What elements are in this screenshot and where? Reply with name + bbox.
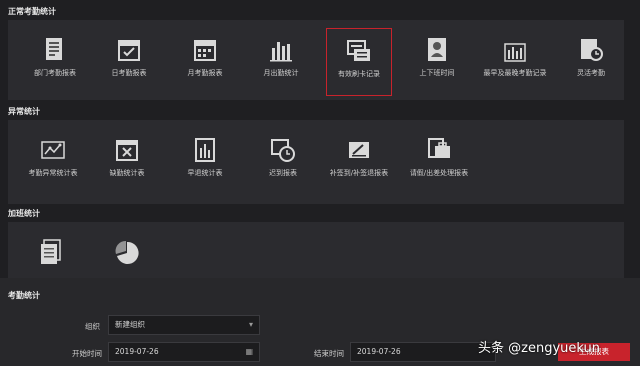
tile-overtime-chart[interactable] xyxy=(94,238,160,266)
resign-icon xyxy=(349,142,369,158)
tile-label: 月考勤报表 xyxy=(187,69,223,77)
start-time-label: 开始时间 xyxy=(72,349,102,358)
section-title-normal: 正常考勤统计 xyxy=(8,7,56,16)
tile-label: 请假/出差处理报表 xyxy=(409,169,469,177)
calendar-check-icon xyxy=(118,40,140,61)
tile-resign-report[interactable]: 补签到/补签退报表 xyxy=(326,136,392,178)
bar-chart-icon xyxy=(270,42,292,62)
absence-icon xyxy=(116,140,138,161)
tile-valid-card-record[interactable]: 有效刷卡记录 xyxy=(326,28,392,96)
leave-trip-icon xyxy=(428,138,450,158)
tile-dept-report[interactable]: 部门考勤报表 xyxy=(22,36,88,78)
clock-doc-icon xyxy=(581,39,603,61)
tile-label: 月出勤统计 xyxy=(263,69,299,77)
org-select[interactable]: 新建组织 ▾ xyxy=(108,315,260,335)
normal-stats-panel: 部门考勤报表 日考勤报表 月考勤报表 月出勤统计 有效刷卡记录 上下班时间 最早… xyxy=(8,20,624,100)
end-time-label: 结束时间 xyxy=(314,349,344,358)
early-leave-icon xyxy=(195,138,215,162)
tile-label: 部门考勤报表 xyxy=(34,69,76,77)
section-title-abnormal: 异常统计 xyxy=(8,107,40,116)
tile-label: 迟到报表 xyxy=(269,169,297,177)
end-time-value: 2019-07-26 xyxy=(357,347,401,356)
tile-monthly-report[interactable]: 月考勤报表 xyxy=(172,36,238,78)
pie-chart-icon xyxy=(115,240,139,264)
bar-stats-icon xyxy=(504,43,526,62)
tile-overtime-report[interactable] xyxy=(18,238,84,266)
section-title-overtime: 加班统计 xyxy=(8,209,40,218)
tile-flexible-attendance[interactable]: 灵活考勤 xyxy=(558,36,624,78)
org-select-value: 新建组织 xyxy=(115,320,145,329)
abnormal-stats-panel: 考勤异常统计表 缺勤统计表 早退统计表 迟到报表 补签到/补签退报表 请假/出差… xyxy=(8,120,624,204)
card-record-icon xyxy=(347,40,370,61)
tile-work-hours[interactable]: 上下班时间 xyxy=(404,36,470,78)
start-time-value: 2019-07-26 xyxy=(115,347,159,356)
tile-abnormal-stats[interactable]: 考勤异常统计表 xyxy=(20,136,86,178)
chevron-down-icon: ▾ xyxy=(248,320,253,329)
end-time-input[interactable]: 2019-07-26 xyxy=(350,342,496,362)
tile-label: 上下班时间 xyxy=(419,69,455,77)
start-time-input[interactable]: 2019-07-26 ▦ xyxy=(108,342,260,362)
tile-label: 日考勤报表 xyxy=(111,69,147,77)
tile-absence-stats[interactable]: 缺勤统计表 xyxy=(94,136,160,178)
org-label: 组织 xyxy=(85,322,100,331)
tile-label: 补签到/补签退报表 xyxy=(329,169,389,177)
tile-label: 考勤异常统计表 xyxy=(28,169,78,177)
overtime-doc-icon xyxy=(41,239,61,264)
tile-label: 最早及最晚考勤记录 xyxy=(483,69,547,77)
overtime-stats-panel xyxy=(8,222,624,278)
tile-daily-report[interactable]: 日考勤报表 xyxy=(96,36,162,78)
person-card-icon xyxy=(428,38,446,61)
calendar-icon[interactable]: ▦ xyxy=(245,343,253,361)
abnormal-chart-icon xyxy=(41,141,65,159)
late-clock-icon xyxy=(271,139,295,162)
tile-label: 有效刷卡记录 xyxy=(338,70,380,78)
tile-label: 缺勤统计表 xyxy=(109,169,145,177)
report-doc-icon xyxy=(46,38,62,60)
tile-leave-trip-report[interactable]: 请假/出差处理报表 xyxy=(406,136,472,178)
tile-monthly-attendance[interactable]: 月出勤统计 xyxy=(248,36,314,78)
tile-early-leave[interactable]: 早退统计表 xyxy=(172,136,238,178)
calendar-grid-icon xyxy=(194,40,216,61)
tile-label: 灵活考勤 xyxy=(577,69,605,77)
form-title: 考勤统计 xyxy=(8,291,40,300)
watermark: 头条 @zengyuekun xyxy=(478,341,600,356)
tile-earliest-latest[interactable]: 最早及最晚考勤记录 xyxy=(482,36,548,78)
tile-label: 早退统计表 xyxy=(187,169,223,177)
tile-late-report[interactable]: 迟到报表 xyxy=(250,136,316,178)
